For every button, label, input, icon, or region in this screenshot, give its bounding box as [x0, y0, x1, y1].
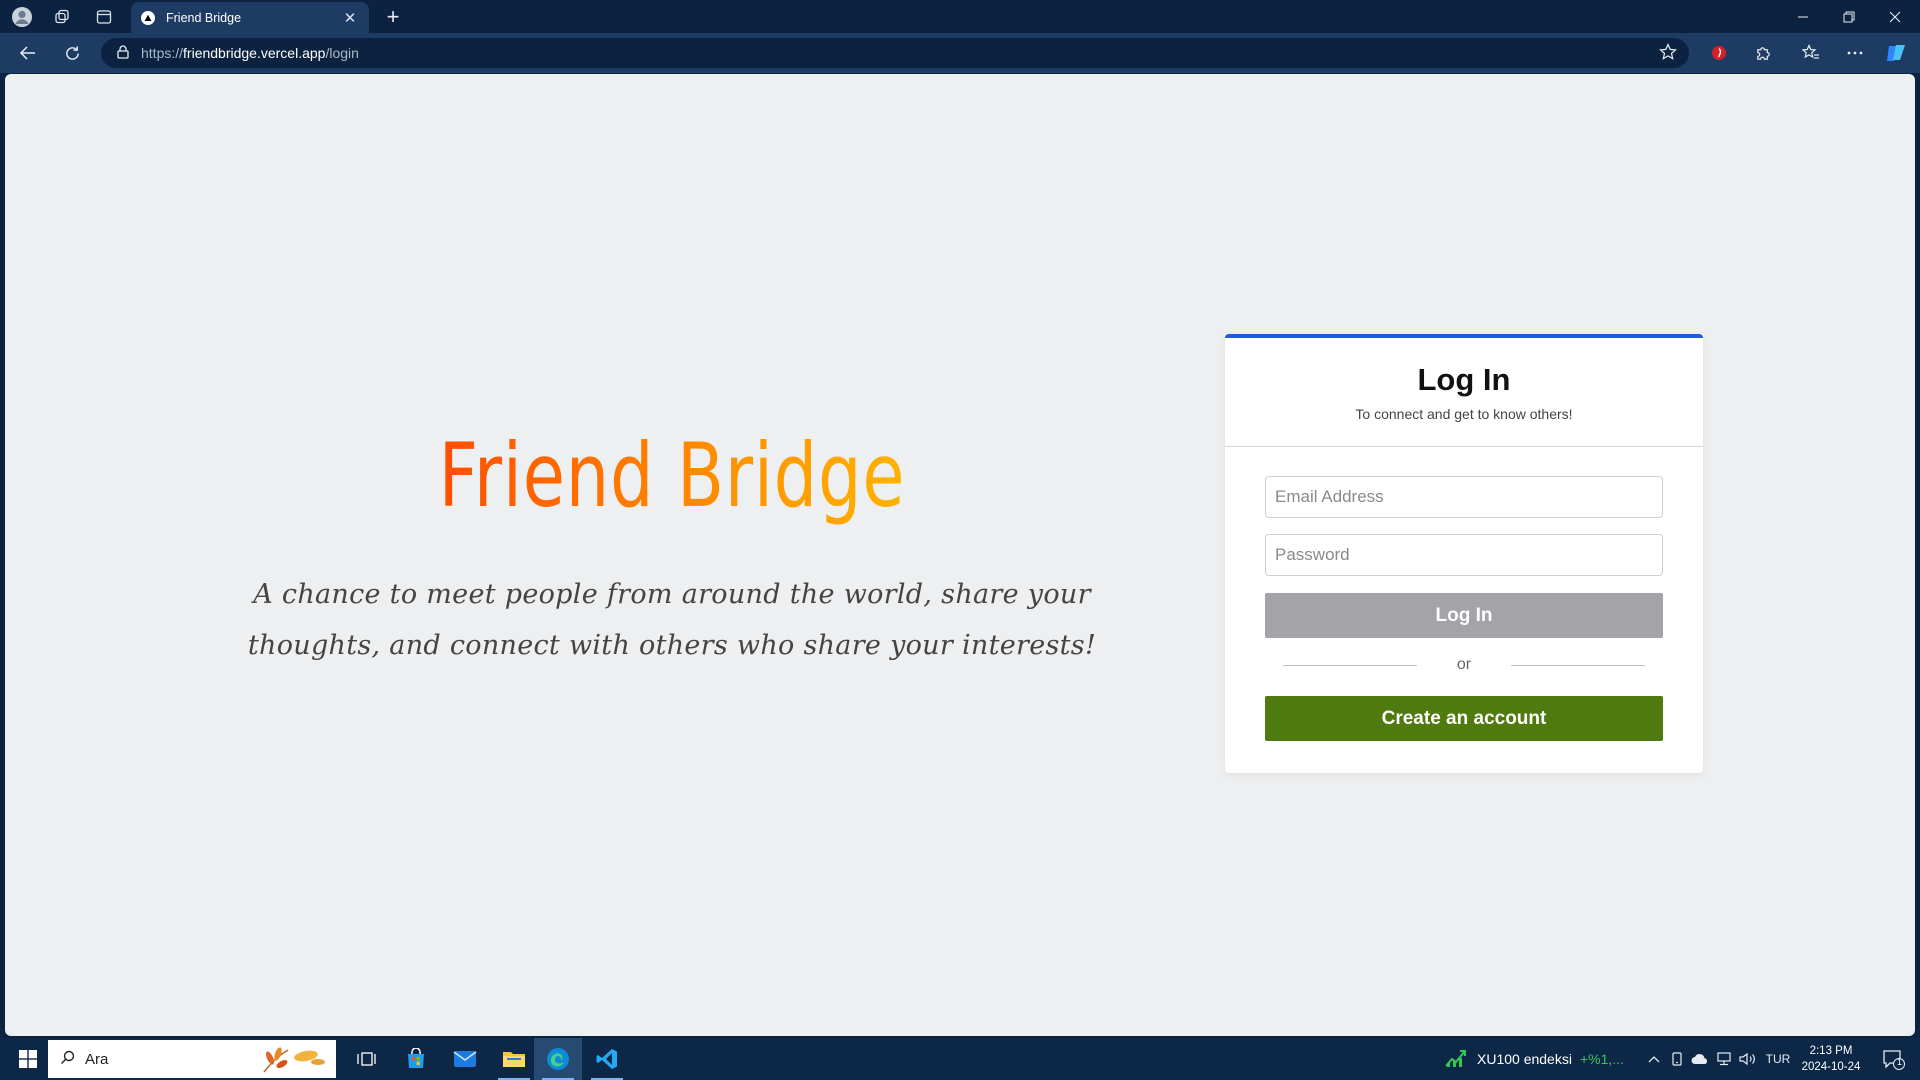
device-icon[interactable]	[1666, 1038, 1688, 1080]
address-bar[interactable]: https://friendbridge.vercel.app/login	[101, 38, 1689, 68]
windows-start-icon[interactable]	[8, 1038, 48, 1080]
create-account-button[interactable]: Create an account	[1265, 696, 1663, 741]
email-field[interactable]	[1265, 476, 1663, 518]
search-icon	[60, 1050, 75, 1069]
task-view-icon[interactable]	[342, 1038, 390, 1080]
lock-icon[interactable]	[117, 44, 129, 62]
vscode-icon[interactable]	[583, 1038, 631, 1080]
login-button[interactable]: Log In	[1265, 593, 1663, 638]
close-tab-icon[interactable]: ✕	[341, 9, 359, 27]
url-domain: friendbridge.vercel.app	[183, 45, 326, 61]
stock-chart-icon	[1445, 1048, 1467, 1071]
favorites-icon[interactable]	[1791, 33, 1831, 73]
workspaces-icon[interactable]	[42, 0, 82, 33]
windows-taskbar: Ara XU100 endeksi +%1,... TUR 2:13 PM 20…	[0, 1038, 1920, 1080]
clock-time: 2:13 PM	[1809, 1045, 1853, 1057]
minimize-window-icon[interactable]	[1780, 0, 1826, 33]
tab-friend-bridge[interactable]: Friend Bridge ✕	[131, 2, 369, 33]
url-protocol: https://	[141, 45, 184, 61]
browser-toolbar: https://friendbridge.vercel.app/login	[0, 33, 1920, 73]
stock-ticker-widget[interactable]: XU100 endeksi +%1,...	[1445, 1038, 1624, 1080]
extensions-puzzle-icon[interactable]	[1743, 33, 1783, 73]
password-field[interactable]	[1265, 534, 1663, 576]
ticker-change: +%1,...	[1579, 1051, 1624, 1067]
file-explorer-icon[interactable]	[490, 1038, 538, 1080]
page-viewport: Friend Bridge A chance to meet people fr…	[5, 74, 1915, 1036]
divider-or-text: or	[1456, 656, 1472, 673]
refresh-icon[interactable]	[52, 33, 92, 73]
clock-date: 2024-10-24	[1801, 1061, 1861, 1073]
tab-title: Friend Bridge	[166, 10, 242, 25]
notification-count: 1	[1897, 1057, 1903, 1067]
login-title: Log In	[1417, 362, 1511, 397]
vertical-tabs-icon[interactable]	[84, 0, 124, 33]
login-card-header: Log In To connect and get to know others…	[1225, 338, 1703, 447]
system-clock[interactable]: 2:13 PM 2024-10-24	[1796, 1043, 1866, 1075]
new-tab-button[interactable]: +	[375, 0, 411, 33]
more-options-icon[interactable]	[1835, 33, 1875, 73]
login-card: Log In To connect and get to know others…	[1225, 334, 1703, 773]
close-window-icon[interactable]	[1872, 0, 1918, 33]
show-hidden-icons-chevron-icon[interactable]	[1642, 1038, 1666, 1080]
restore-window-icon[interactable]	[1826, 0, 1872, 33]
profile-avatar-icon[interactable]	[2, 0, 42, 33]
or-divider: or	[1283, 653, 1645, 677]
favorite-star-icon[interactable]	[1659, 43, 1677, 64]
network-icon[interactable]	[1712, 1038, 1736, 1080]
taskbar-search-box[interactable]: Ara	[48, 1040, 336, 1078]
volume-icon[interactable]	[1736, 1038, 1760, 1080]
copilot-icon[interactable]	[1877, 33, 1917, 73]
divider-line-right	[1511, 664, 1645, 666]
search-placeholder: Ara	[85, 1050, 109, 1068]
edge-browser-icon[interactable]	[534, 1038, 582, 1080]
microsoft-store-icon[interactable]	[392, 1038, 440, 1080]
browser-tab-bar: Friend Bridge ✕ +	[0, 0, 1920, 33]
divider-line-left	[1283, 664, 1417, 666]
vercel-favicon-icon	[141, 10, 155, 25]
back-arrow-icon[interactable]	[8, 33, 48, 73]
mail-icon[interactable]	[441, 1038, 489, 1080]
autumn-leaves-icon	[258, 1044, 330, 1078]
tagline: A chance to meet people from around the …	[247, 579, 1097, 661]
brand-logo-text: Friend Bridge	[438, 424, 906, 527]
notification-center-icon[interactable]: 1	[1874, 1038, 1912, 1080]
login-subtitle: To connect and get to know others!	[1355, 406, 1573, 422]
url-path: /login	[325, 45, 359, 61]
onedrive-cloud-icon[interactable]	[1688, 1038, 1712, 1080]
input-language[interactable]: TUR	[1762, 1038, 1794, 1080]
ticker-name: XU100 endeksi	[1477, 1051, 1572, 1067]
extension-red-icon[interactable]	[1699, 33, 1739, 73]
